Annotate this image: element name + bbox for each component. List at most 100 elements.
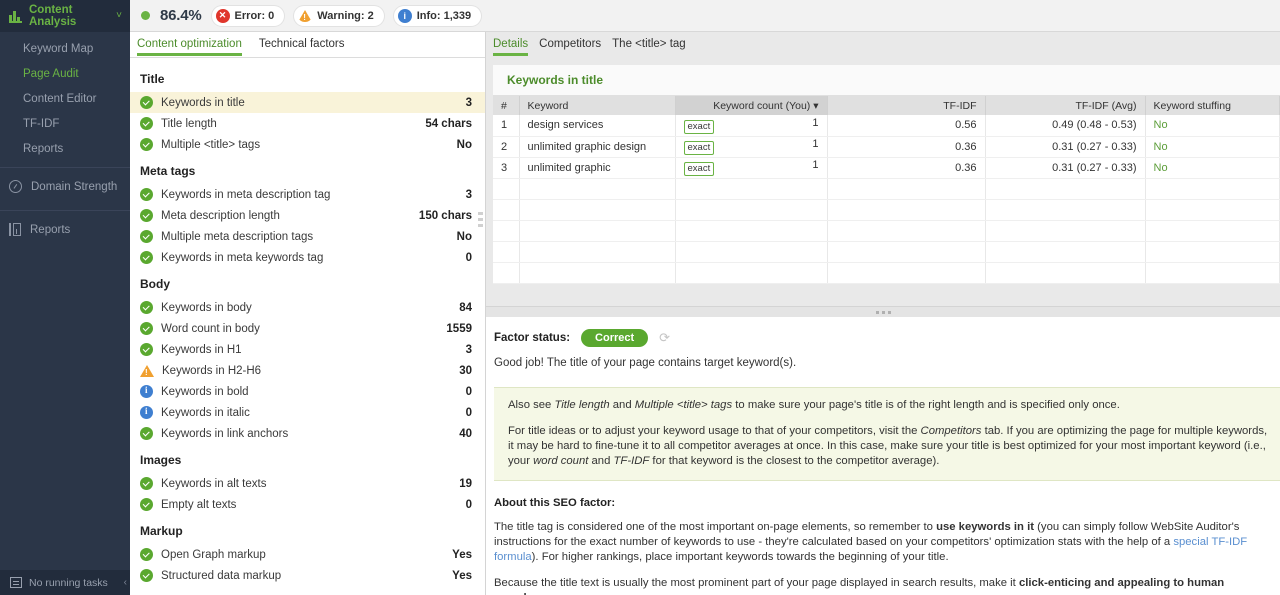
factor-label: Multiple <title> tags [161,138,261,151]
factor-row-structured-data-markup[interactable]: Structured data markup Yes [130,565,485,586]
keywords-table-container: Keywords in title # Keyword Keyword coun… [486,58,1280,306]
sidebar-header[interactable]: Content Analysis ˅ [0,0,130,32]
factor-row-keywords-in-link-anchors[interactable]: Keywords in link anchors 40 [130,423,485,444]
factor-row-open-graph-markup[interactable]: Open Graph markup Yes [130,544,485,565]
cell-keyword-stuffing: No [1145,115,1280,137]
cell-keyword-stuffing: No [1145,136,1280,158]
factor-row-multiple-meta-description-tags[interactable]: Multiple meta description tags No [130,226,485,247]
cell-tfidf: 0.56 [827,115,986,137]
cell-keyword-count-value: 1 [812,159,819,171]
factor-label: Keywords in meta description tag [161,188,331,201]
factor-row-keywords-in-italic[interactable]: Keywords in italic 0 [130,402,485,423]
col-tfidf-avg[interactable]: TF-IDF (Avg) [985,96,1146,115]
factor-row-keywords-in-h2-h6[interactable]: Keywords in H2-H6 30 [130,360,485,381]
cell-tfidf-avg: 0.31 (0.27 - 0.33) [985,157,1146,179]
factor-row-keywords-in-bold[interactable]: Keywords in bold 0 [130,381,485,402]
cell-keyword: design services [519,115,676,137]
table-row-empty [493,262,1280,284]
factor-value: 0 [465,251,472,264]
factors-scrollbar[interactable] [478,212,483,362]
panel-splitter-handle[interactable] [486,306,1280,317]
status-ok-icon [140,188,153,201]
table-row[interactable]: 2 unlimited graphic design exact 1 0.36 … [493,136,1280,158]
match-type-badge: exact [683,141,715,155]
sidebar-item-content-editor[interactable]: Content Editor [0,86,130,111]
col-keyword[interactable]: Keyword [519,96,676,115]
sidebar-item-reports-main[interactable]: Reports [0,212,130,247]
factor-row-meta-description-length[interactable]: Meta description length 150 chars [130,205,485,226]
factor-value: 30 [459,364,472,377]
factor-value: 84 [459,301,472,314]
status-ok-icon [140,96,153,109]
factor-value: No [456,230,472,243]
col-keyword-count[interactable]: Keyword count (You) ▾ [675,96,828,115]
keywords-table-title: Keywords in title [493,65,1280,96]
factor-group-title-body: Body [140,277,170,291]
factor-row-keywords-in-body[interactable]: Keywords in body 84 [130,297,485,318]
factor-row-multiple-title-tags[interactable]: Multiple <title> tags No [130,134,485,155]
table-header-row: # Keyword Keyword count (You) ▾ TF-IDF T… [493,96,1280,115]
main-area: 86.4% ✕ Error: 0 Warning: 2 i Info: 1,33… [130,0,1280,595]
col-keyword-stuffing[interactable]: Keyword stuffing [1145,96,1280,115]
factor-row-word-count-in-body[interactable]: Word count in body 1559 [130,318,485,339]
gauge-icon [9,180,22,193]
report-document-icon [9,223,21,236]
cell-keyword: unlimited graphic [519,157,676,179]
col-tfidf[interactable]: TF-IDF [827,96,986,115]
tab-details[interactable]: Details [493,38,529,56]
factor-value: 0 [465,406,472,419]
factor-value: 1559 [446,322,472,335]
info-pill[interactable]: i Info: 1,339 [393,5,482,26]
tab-the-title-tag[interactable]: The <title> tag [612,38,686,55]
factor-row-title-length[interactable]: Title length 54 chars [130,113,485,134]
factor-group-title-title: Title [140,72,165,86]
status-ok-icon [140,548,153,561]
factor-row-empty-alt-texts[interactable]: Empty alt texts 0 [130,494,485,515]
factor-value: Yes [452,548,472,561]
cell-keyword: unlimited graphic design [519,136,676,158]
about-paragraph-1: The title tag is considered one of the m… [494,521,1248,563]
chevron-down-icon[interactable]: ˅ [116,11,122,21]
advice-paragraph-1: Also see Title length and Multiple <titl… [508,399,1120,411]
sidebar-footer: No running tasks ‹ [0,570,130,595]
tab-technical-factors[interactable]: Technical factors [259,38,345,55]
factor-label: Structured data markup [161,569,282,582]
app-root: Content Analysis ˅ Keyword Map Page Audi… [0,0,1280,595]
refresh-icon[interactable]: ⟳ [659,330,670,346]
col-index[interactable]: # [493,96,520,115]
status-badge: Correct [581,329,649,347]
factor-row-keywords-in-h1[interactable]: Keywords in H1 3 [130,339,485,360]
table-row[interactable]: 1 design services exact 1 0.56 0.49 (0.4… [493,115,1280,137]
sidebar-item-reports[interactable]: Reports [0,136,130,161]
error-icon: ✕ [215,8,230,23]
cell-keyword-count-value: 1 [812,116,819,129]
tab-competitors[interactable]: Competitors [539,38,601,55]
status-ok-icon [140,138,153,151]
factor-detail: Factor status: Correct ⟳ Good job! The t… [486,317,1280,595]
factor-label: Meta description length [161,209,280,222]
sidebar-item-keyword-map[interactable]: Keyword Map [0,36,130,61]
tab-content-optimization[interactable]: Content optimization [137,38,242,56]
factor-row-keywords-in-title[interactable]: Keywords in title 3 [130,92,485,113]
sidebar-item-tf-idf[interactable]: TF-IDF [0,111,130,136]
running-tasks-label: No running tasks [29,576,108,589]
sidebar-item-page-audit[interactable]: Page Audit [0,61,130,86]
factor-row-keywords-in-alt-texts[interactable]: Keywords in alt texts 19 [130,473,485,494]
factor-label: Keywords in alt texts [161,477,267,490]
warning-pill[interactable]: Warning: 2 [294,5,384,26]
error-pill[interactable]: ✕ Error: 0 [211,5,285,26]
factor-status-label: Factor status: [494,332,571,344]
table-row[interactable]: 3 unlimited graphic exact 1 0.36 0.31 (0… [493,157,1280,179]
status-ok-icon [140,427,153,440]
sidebar-subnav: Keyword Map Page Audit Content Editor TF… [0,32,130,161]
advice-box: Also see Title length and Multiple <titl… [494,387,1280,481]
cell-index: 1 [493,115,520,137]
sidebar-item-domain-strength[interactable]: Domain Strength [0,169,130,204]
factor-row-keywords-in-meta-description[interactable]: Keywords in meta description tag 3 [130,184,485,205]
collapse-sidebar-icon[interactable]: ‹ [124,577,127,588]
factors-list: Title Keywords in title 3 Title length 5… [130,58,485,595]
about-heading: About this SEO factor: [494,497,616,509]
error-pill-label: Error: 0 [234,9,275,22]
factor-row-keywords-in-meta-keywords[interactable]: Keywords in meta keywords tag 0 [130,247,485,268]
details-panel: Details Competitors The <title> tag Keyw… [486,32,1280,595]
